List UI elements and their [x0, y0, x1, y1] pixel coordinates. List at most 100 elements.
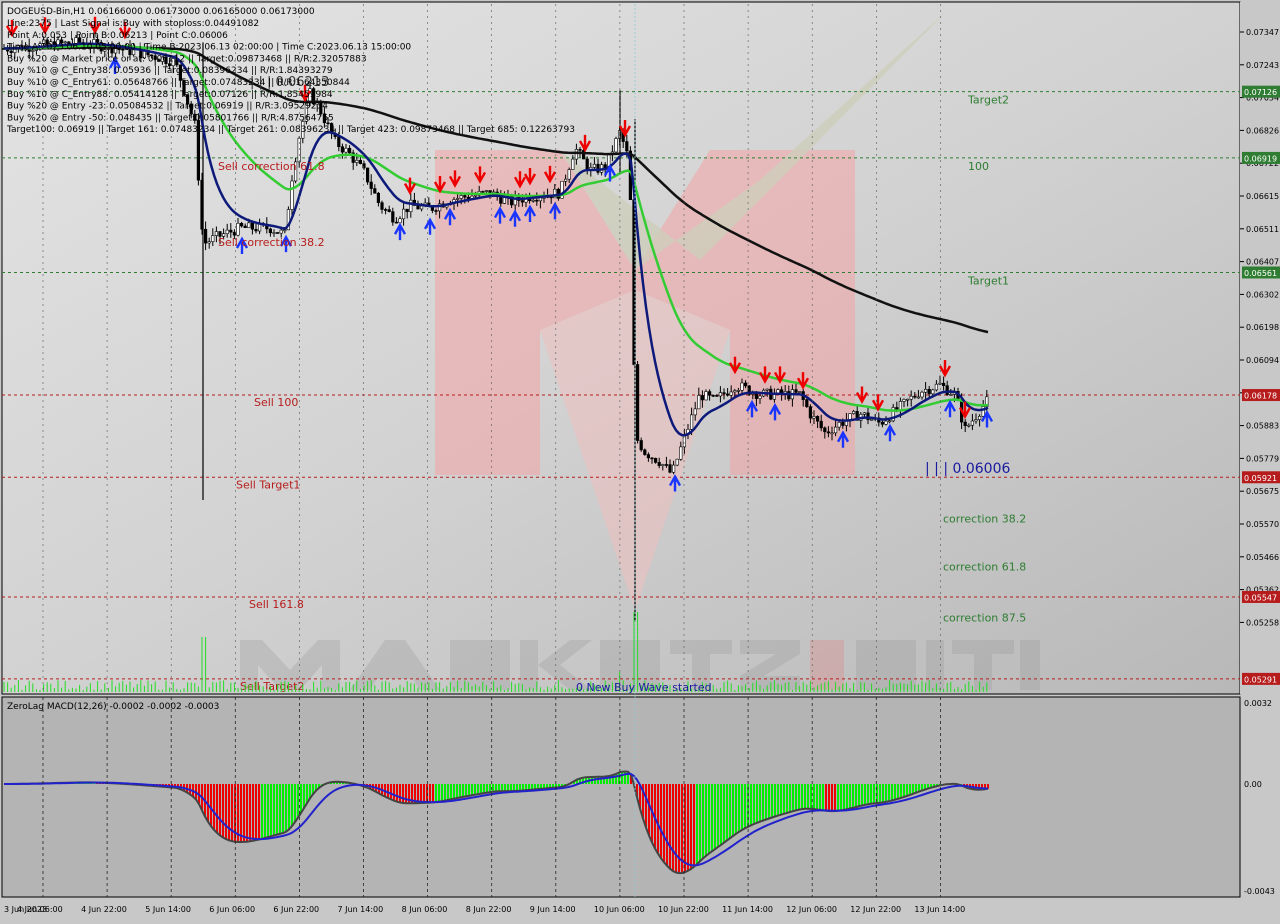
candle-body [340, 146, 345, 153]
candle-body [272, 232, 276, 234]
level-price-tag-text: 0.06561 [1244, 269, 1277, 278]
time-tick-label: 8 Jun 22:00 [466, 905, 512, 914]
candle-body [247, 222, 251, 228]
candle-body [283, 229, 287, 232]
candle-body [520, 200, 524, 203]
candle-body [909, 395, 913, 400]
time-tick-label: 10 Jun 06:00 [594, 905, 645, 914]
time-tick-label: 10 Jun 22:00 [658, 905, 709, 914]
level-label: Sell 161.8 [249, 598, 304, 611]
candle-body [671, 464, 676, 473]
level-price-tag: 0.05291 [1242, 672, 1280, 685]
candle-body [711, 394, 715, 397]
candle-body [668, 464, 672, 473]
level-label: Sell 100 [254, 396, 298, 409]
candle-body [535, 199, 539, 202]
candle-body [934, 383, 938, 391]
candle-body [729, 391, 733, 396]
candle-body [290, 180, 294, 210]
info-line: Line:2375 | Last Signal is:Buy with stop… [7, 19, 259, 29]
candle-body [459, 195, 463, 199]
candle-body [383, 209, 388, 211]
candle-body [715, 395, 719, 397]
level-label: correction 87.5 [943, 612, 1026, 625]
candle-body [970, 420, 974, 426]
candle-body [567, 169, 571, 180]
candle-body [826, 431, 830, 434]
candle-body [805, 399, 809, 407]
candle-body [905, 398, 910, 401]
price-tick-label: 0.05779 [1246, 454, 1279, 463]
candle-body [254, 228, 258, 232]
level-price-tag: 0.05547 [1242, 590, 1280, 603]
level-price-tag-text: 0.06919 [1244, 154, 1277, 163]
candle-body [531, 199, 535, 202]
candle-body [401, 208, 406, 220]
price-tick-label: 0.06615 [1246, 192, 1279, 201]
candle-body [718, 392, 722, 397]
time-tick-label: 6 Jun 22:00 [273, 905, 319, 914]
price-tick-label: 0.05466 [1246, 553, 1279, 562]
candle-body [355, 159, 359, 163]
candle-body [869, 419, 874, 421]
candle-body [380, 202, 384, 210]
candle-body [823, 427, 827, 433]
candle-body [416, 205, 420, 210]
candle-body [974, 419, 978, 422]
candle-body [297, 137, 301, 163]
candle-body [373, 188, 377, 194]
candle-body [268, 228, 273, 234]
candle-body [387, 209, 391, 212]
candle-body [707, 391, 712, 396]
level-price-tag: 0.06561 [1242, 266, 1280, 279]
candle-body [916, 396, 920, 399]
candle-body [635, 364, 640, 441]
level-price-tag-text: 0.05921 [1244, 474, 1277, 483]
macd-title: ZeroLag MACD(12,26) -0.0002 -0.0002 -0.0… [7, 702, 219, 712]
level-price-tag-text: 0.06178 [1244, 392, 1277, 401]
level-label: Sell Target1 [236, 478, 300, 491]
macd-tick-label: 0.00 [1244, 780, 1262, 789]
candle-body [920, 391, 924, 398]
info-line: Buy %20 @ Entry -50: 0.048435 || Target:… [7, 113, 334, 123]
candle-body [693, 408, 697, 416]
time-tick-label: 6 Jun 06:00 [209, 905, 255, 914]
candle-body [927, 388, 931, 395]
price-tick-label: 0.06511 [1246, 225, 1279, 234]
level-label: correction 38.2 [943, 512, 1026, 525]
candle-body [657, 462, 661, 466]
price-tick-label: 0.07243 [1246, 61, 1279, 70]
time-tick-label: 4 Jun 22:00 [81, 905, 127, 914]
candle-body [394, 221, 399, 224]
price-tick-label: 0.05675 [1246, 487, 1279, 496]
candle-body [862, 412, 866, 415]
time-tick-label: 13 Jun 14:00 [914, 905, 965, 914]
candle-body [275, 232, 280, 234]
candle-body [596, 163, 600, 173]
price-tick-label: 0.05883 [1246, 422, 1279, 431]
price-tick-label: 0.06198 [1246, 323, 1279, 332]
candle-body [743, 382, 748, 387]
candle-body [967, 424, 971, 427]
candle-body [207, 241, 211, 244]
info-line: Time A:2023.06.10 05:00:00 | Time B:2023… [6, 43, 411, 53]
info-line: Buy %20 @ Market price or at: 0.06112 ||… [7, 54, 367, 64]
candle-body [250, 222, 255, 230]
sell-correction-382-label: Sell correction 38.2 [218, 236, 325, 249]
info-line: Buy %20 @ Entry -23: 0.05084532 || Targe… [7, 102, 328, 112]
candle-body [797, 391, 802, 393]
level-label: Sell Target2 [240, 680, 304, 693]
candle-body [369, 181, 373, 189]
candle-body [279, 229, 283, 234]
candle-body [502, 197, 507, 204]
macd-panel-background [1, 696, 1241, 898]
macd-axis: 0.0032 0.00 -0.0043 [1244, 699, 1275, 896]
candle-body [794, 389, 798, 393]
candle-body [689, 414, 694, 430]
candle-body [337, 136, 341, 147]
macd-tick-label: 0.0032 [1244, 699, 1272, 708]
candle-body [585, 158, 589, 171]
candle-body [725, 393, 730, 396]
candle-body [563, 178, 568, 182]
candle-body [736, 390, 740, 392]
